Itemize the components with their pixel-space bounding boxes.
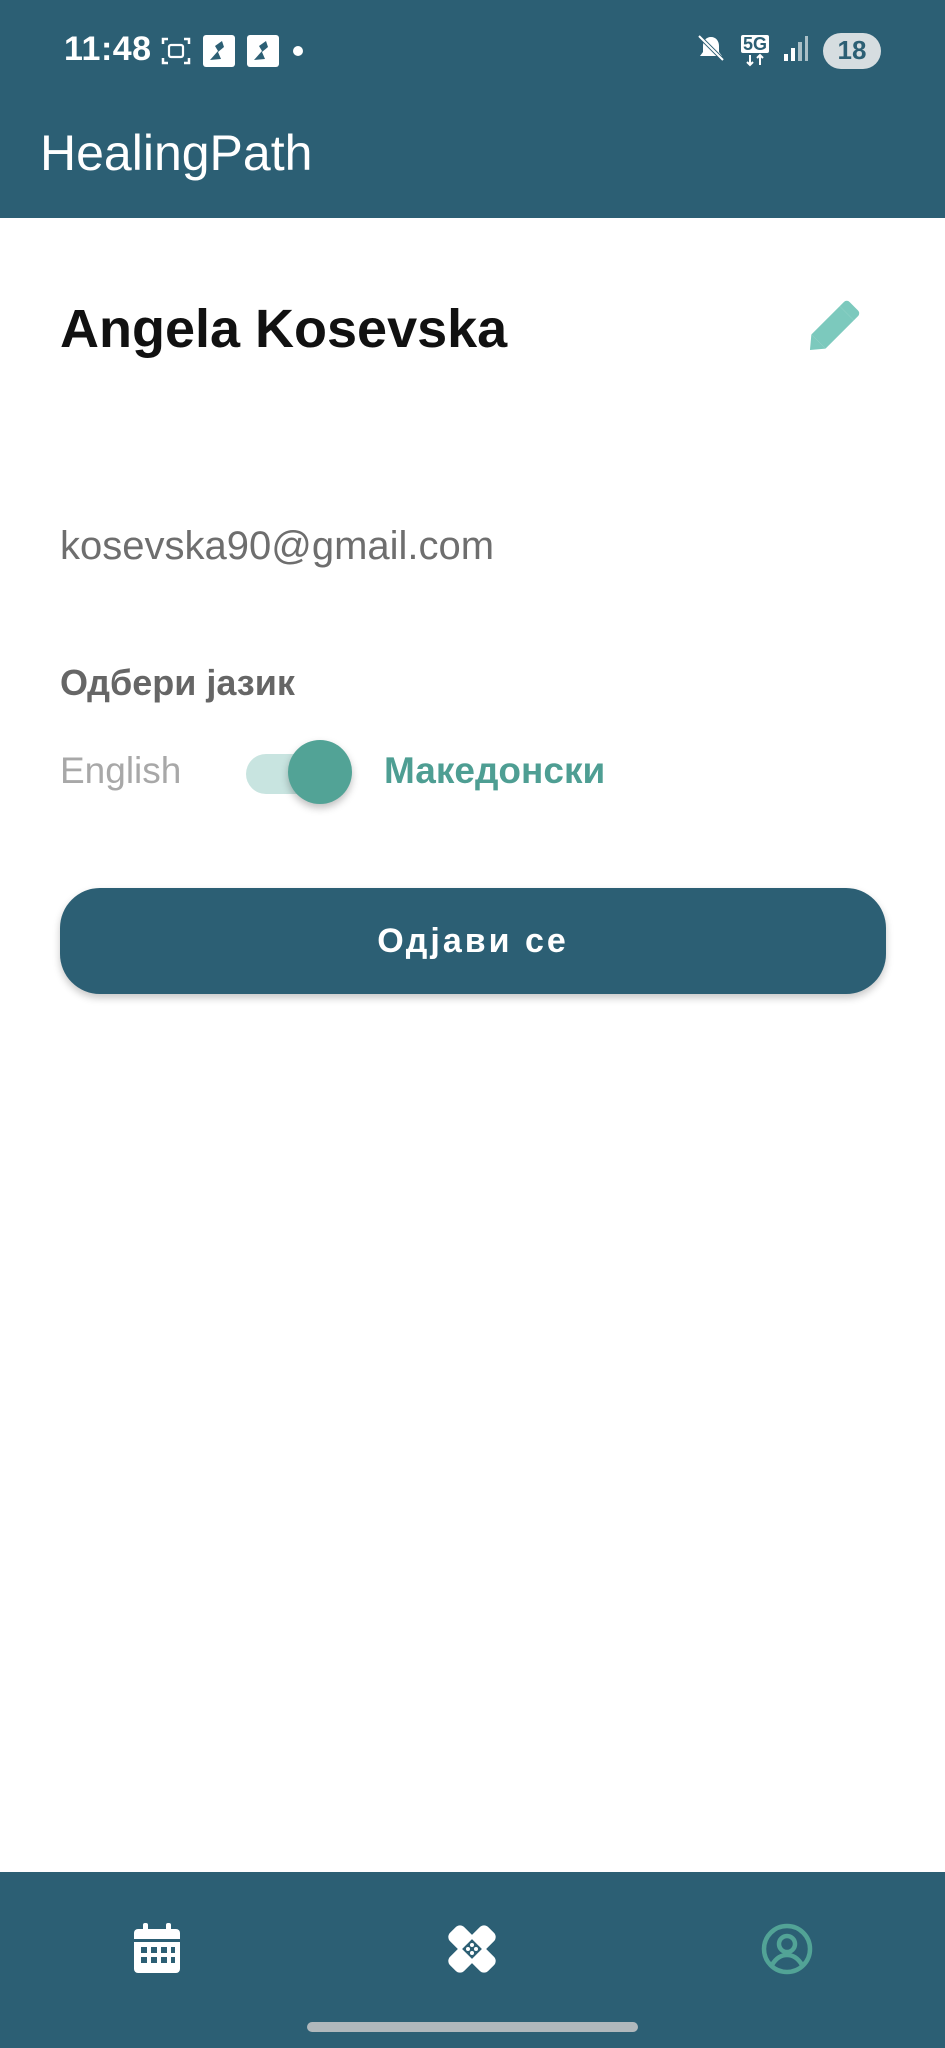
language-heading: Одбери јазик xyxy=(60,662,295,703)
screenshot-icon xyxy=(160,35,192,72)
header: 11:48 5G 18 HealingPath xyxy=(0,0,945,218)
edit-profile-button[interactable] xyxy=(796,290,872,366)
battery-icon: 18 xyxy=(823,32,881,69)
profile-name: Angela Kosevska xyxy=(60,299,508,359)
status-right-icons: 5G 18 xyxy=(695,32,881,69)
calendar-icon xyxy=(131,1921,183,1982)
profile-email: kosevska90@gmail.com xyxy=(60,524,495,568)
status-bar: 11:48 5G 18 xyxy=(0,0,945,100)
pencil-icon xyxy=(798,290,870,367)
app-title: HealingPath xyxy=(40,125,313,181)
signal-icon xyxy=(783,34,809,67)
nav-profile[interactable] xyxy=(742,1906,832,1996)
toggle-thumb xyxy=(288,740,352,804)
nav-treatment[interactable] xyxy=(427,1906,517,1996)
language-option-macedonian: Македонски xyxy=(384,750,606,791)
profile-screen: 11:48 5G 18 HealingPath Angela Kosevska … xyxy=(0,0,945,2048)
dot-icon xyxy=(290,43,306,64)
language-selector: English Македонски xyxy=(60,740,860,804)
profile-icon xyxy=(760,1922,814,1981)
nav-calendar[interactable] xyxy=(112,1906,202,1996)
language-option-english: English xyxy=(60,750,182,791)
mute-icon xyxy=(695,32,727,69)
bandage-icon xyxy=(443,1920,501,1983)
status-time: 11:48 xyxy=(64,30,152,68)
status-left-icons xyxy=(160,34,306,73)
home-indicator[interactable] xyxy=(307,2022,638,2032)
app-notification-icon xyxy=(202,34,236,73)
network-label: 5G xyxy=(740,33,769,54)
network-5g-icon: 5G xyxy=(740,33,769,67)
language-toggle[interactable] xyxy=(246,740,352,804)
app-notification-icon xyxy=(246,34,280,73)
logout-button[interactable]: Одјави се xyxy=(60,888,886,994)
